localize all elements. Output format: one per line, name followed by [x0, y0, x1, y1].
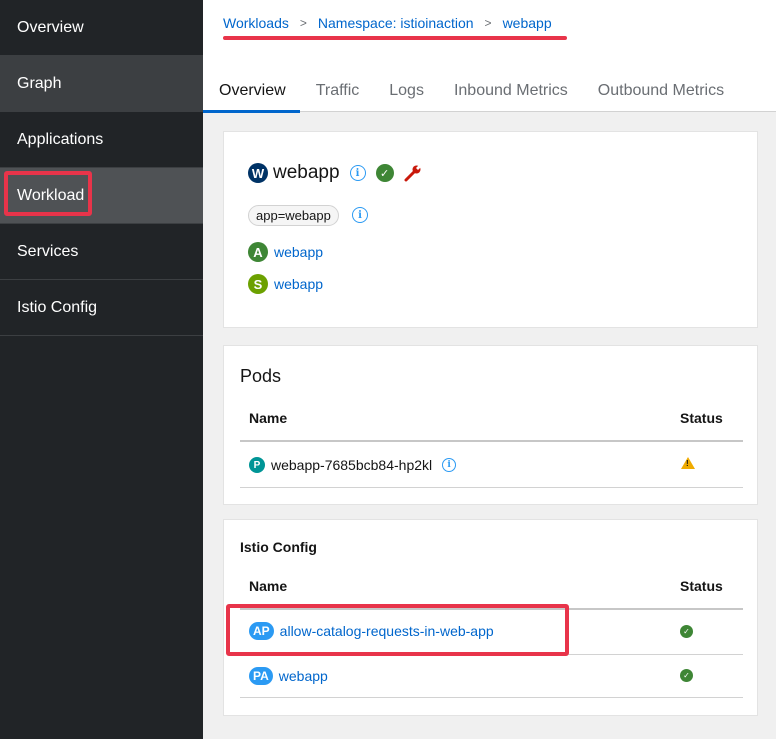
sidebar-item-overview[interactable]: Overview	[0, 0, 203, 56]
tab-logs[interactable]: Logs	[389, 72, 424, 112]
pod-info-icon[interactable]: i	[442, 458, 457, 472]
table-row: P webapp-7685bcb84-hp2kl i	[249, 457, 457, 473]
workload-title: W webapp i ✓	[248, 162, 423, 184]
info-icon[interactable]: i	[349, 165, 366, 181]
pods-title: Pods	[240, 366, 282, 386]
breadcrumb-namespace[interactable]: Namespace: istioinaction	[318, 15, 474, 31]
istio-col-name: Name	[249, 578, 288, 594]
breadcrumb-highlight-underline	[223, 36, 567, 40]
sidebar-item-applications[interactable]: Applications	[0, 112, 203, 168]
table-row-divider	[240, 654, 743, 655]
workload-label-chip: app=webapp	[248, 205, 339, 226]
breadcrumb-separator: >	[484, 16, 492, 30]
workload-badge-icon: W	[248, 163, 268, 183]
sidebar-item-workload[interactable]: Workload	[0, 168, 203, 224]
sidebar-item-label: Workload	[17, 186, 85, 204]
wrench-icon[interactable]	[403, 163, 423, 183]
peer-authentication-badge-icon: PA	[249, 667, 273, 685]
app-badge-icon: A	[248, 242, 268, 262]
table-header-divider	[240, 608, 743, 610]
table-row-divider	[240, 697, 743, 698]
sidebar: Overview Graph Applications Workload Ser…	[0, 0, 203, 739]
workload-name: webapp	[273, 162, 340, 183]
sidebar-item-label: Overview	[17, 18, 84, 36]
check-circle-icon: ✓	[680, 669, 693, 682]
breadcrumb-webapp[interactable]: webapp	[503, 15, 552, 31]
tab-bar: Overview Traffic Logs Inbound Metrics Ou…	[203, 72, 754, 113]
check-circle-icon: ✓	[680, 625, 693, 638]
warning-mark: !	[686, 459, 689, 468]
sidebar-item-label: Applications	[17, 130, 104, 148]
main-content: Workloads > Namespace: istioinaction > w…	[203, 0, 776, 739]
pod-badge-icon: P	[249, 457, 265, 473]
breadcrumb-separator: >	[299, 16, 307, 30]
pods-col-status: Status	[680, 410, 723, 426]
pods-col-name: Name	[249, 410, 288, 426]
service-link[interactable]: webapp	[274, 276, 323, 292]
pods-card: Pods Name Status P webapp-7685bcb84-hp2k…	[223, 345, 758, 505]
app-link[interactable]: webapp	[274, 244, 323, 260]
sidebar-item-istio-config[interactable]: Istio Config	[0, 280, 203, 336]
istio-col-status: Status	[680, 578, 723, 594]
tab-outbound-metrics[interactable]: Outbound Metrics	[598, 72, 724, 112]
tab-overview[interactable]: Overview	[203, 72, 300, 113]
istio-config-link-auth-policy[interactable]: allow-catalog-requests-in-web-app	[280, 623, 494, 639]
app-link-row: A webapp	[248, 242, 323, 262]
istio-config-card: Istio Config Name Status AP allow-catalo…	[223, 519, 758, 716]
table-row: AP allow-catalog-requests-in-web-app	[249, 622, 494, 640]
sidebar-item-services[interactable]: Services	[0, 224, 203, 280]
service-badge-icon: S	[248, 274, 268, 294]
workload-summary-card: W webapp i ✓ app=webapp i A webapp S web…	[223, 131, 758, 328]
istio-config-title: Istio Config	[240, 539, 317, 555]
breadcrumb: Workloads > Namespace: istioinaction > w…	[223, 15, 552, 31]
breadcrumb-workloads[interactable]: Workloads	[223, 15, 289, 31]
authorization-policy-badge-icon: AP	[249, 622, 274, 640]
table-header-divider	[240, 440, 743, 442]
page-header: Workloads > Namespace: istioinaction > w…	[203, 0, 776, 113]
sidebar-item-graph[interactable]: Graph	[0, 56, 203, 112]
tab-traffic[interactable]: Traffic	[316, 72, 360, 112]
service-link-row: S webapp	[248, 274, 323, 294]
label-info-icon[interactable]: i	[352, 207, 368, 223]
sidebar-item-label: Services	[17, 242, 79, 260]
istio-config-link-peer-auth[interactable]: webapp	[279, 668, 328, 684]
table-row-divider	[240, 487, 743, 488]
tab-inbound-metrics[interactable]: Inbound Metrics	[454, 72, 568, 112]
table-row: PA webapp	[249, 667, 328, 685]
sidebar-item-label: Graph	[17, 74, 62, 92]
sidebar-item-label: Istio Config	[17, 298, 98, 316]
pod-name: webapp-7685bcb84-hp2kl	[271, 457, 433, 473]
check-circle-icon: ✓	[375, 164, 394, 182]
